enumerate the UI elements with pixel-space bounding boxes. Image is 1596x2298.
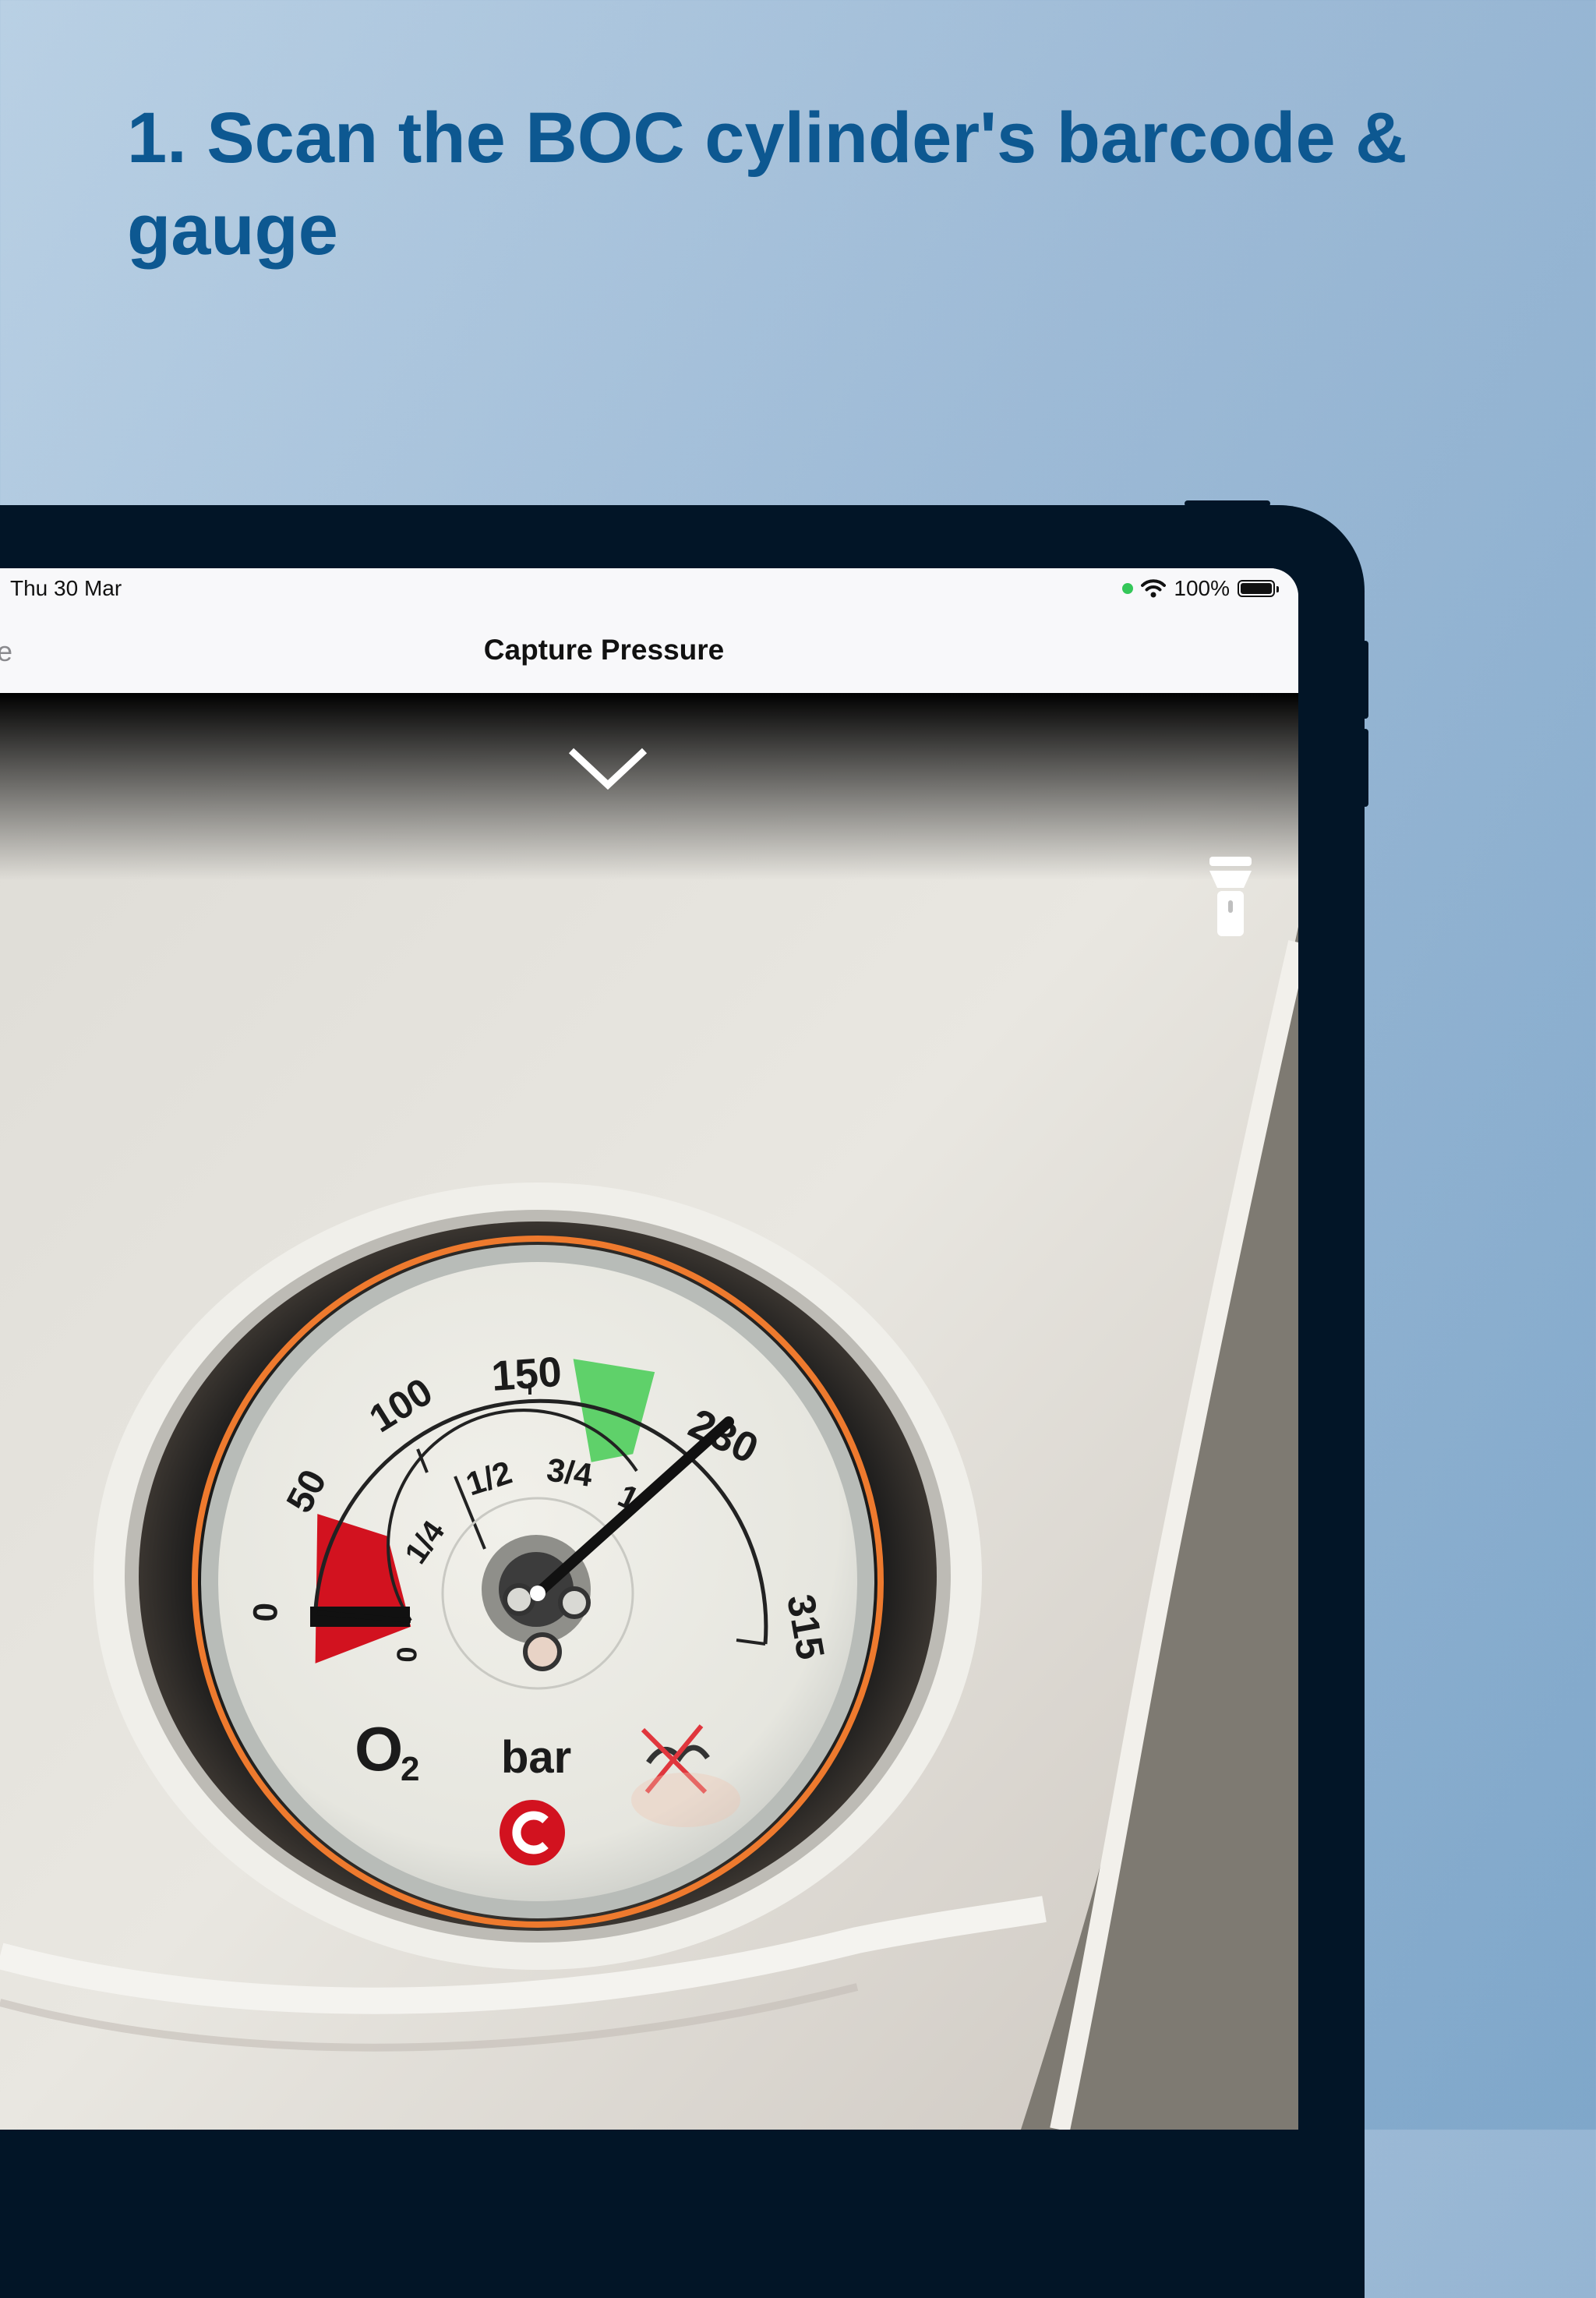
- gauge-unit-label: bar: [501, 1732, 571, 1783]
- gauge-label-0: 0: [246, 1602, 285, 1622]
- gauge-fraction-three-quarter: 3/4: [545, 1451, 595, 1494]
- battery-icon: [1238, 580, 1279, 597]
- gauge-fraction-0: 0: [390, 1646, 423, 1663]
- navigation-bar: e Capture Pressure: [0, 609, 1298, 694]
- chevron-down-icon[interactable]: [565, 740, 651, 794]
- status-date: Thu 30 Mar: [10, 576, 122, 600]
- volume-button-up: [1362, 641, 1368, 719]
- camera-in-use-dot: [1122, 583, 1134, 594]
- wifi-icon: [1141, 579, 1167, 598]
- volume-button-down: [1362, 729, 1368, 807]
- camera-feed-gauge: 0 50 100 150 230 315 0 1/4 1/2 3/4 1 O 2…: [0, 693, 1298, 2130]
- battery-percentage: 100%: [1174, 576, 1230, 600]
- status-bar: Thu 30 Mar 100%: [0, 568, 1298, 609]
- gauge-label-150: 150: [490, 1349, 563, 1400]
- manufacturer-logo: [500, 1800, 565, 1865]
- status-indicators: 100%: [1122, 576, 1279, 601]
- gauge-gas-subscript: 2: [401, 1750, 419, 1788]
- camera-preview: 0 50 100 150 230 315 0 1/4 1/2 3/4 1 O 2…: [0, 693, 1298, 2130]
- page-title: Capture Pressure: [483, 634, 725, 666]
- device-screen: Thu 30 Mar 100% e Capture Pressure 0 50 …: [0, 568, 1298, 2130]
- flashlight-icon[interactable]: [1206, 857, 1255, 938]
- gauge-gas-label: O: [355, 1714, 403, 1784]
- top-button: [1185, 500, 1270, 507]
- onboarding-headline: 1. Scan the BOC cylinder's barcode & gau…: [127, 98, 1407, 270]
